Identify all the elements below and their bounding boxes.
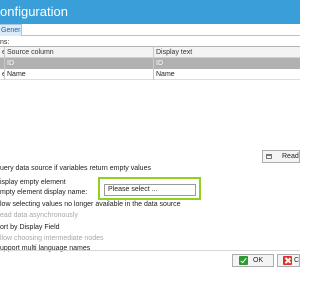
table-cell[interactable]: ID [5,58,154,69]
table-cell[interactable]: ID [154,58,300,69]
check-icon [239,256,248,265]
grid-header-source-column[interactable]: Source column [5,47,154,58]
table-cell[interactable]: Name [5,69,154,80]
ok-button[interactable]: OK [232,254,274,267]
table-row[interactable]: ID ID [0,58,300,69]
option-allow-intermediate: llow choosing intermediate nodes [0,235,104,242]
table-cell[interactable]: Name [154,69,300,80]
cancel-button[interactable]: Ca [277,254,300,267]
read-button[interactable]: Read [262,150,300,163]
database-icon [266,154,272,159]
cancel-button-label: Ca [294,257,300,264]
ok-button-label: OK [253,257,264,264]
columns-section-label: ns: [0,39,10,46]
title-bar: onfiguration [0,0,300,24]
columns-grid: e Source column Display text ID ID e Nam… [0,46,300,80]
window-title: onfiguration [0,4,68,19]
footer-divider [0,250,300,251]
empty-display-name-label: mpty element display name: [0,189,88,196]
empty-display-name-input[interactable]: Please select ... [104,184,196,196]
read-button-label: Read [282,153,299,160]
option-read-async: ead data asynchronously [0,212,78,219]
option-sort-by-display[interactable]: ort by Display Field [0,224,60,231]
grid-header-row: e Source column Display text [0,47,300,58]
tab-general[interactable]: General [0,24,22,36]
tab-bar: General [0,24,300,36]
option-display-empty[interactable]: isplay empty element [0,179,66,186]
table-row[interactable]: e Name Name [0,69,300,80]
close-icon [283,256,292,265]
option-allow-unavailable[interactable]: low selecting values no longer available… [0,201,181,208]
option-query-empty[interactable]: uery data source if variables return emp… [0,165,151,172]
grid-header-display-text[interactable]: Display text [154,47,300,58]
